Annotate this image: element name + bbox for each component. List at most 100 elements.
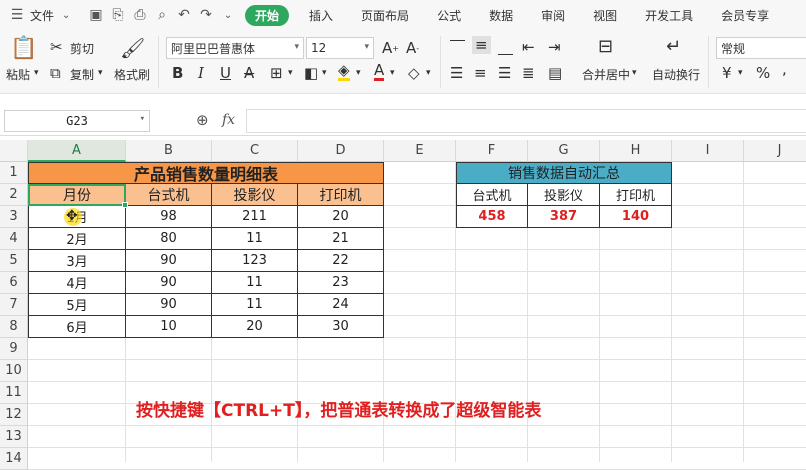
copy-button[interactable]: 复制 (70, 66, 94, 83)
row-header-1[interactable]: 1 (0, 162, 28, 184)
column-header-f[interactable]: F (456, 140, 528, 162)
align-left-icon[interactable]: ☰ (450, 64, 463, 82)
paste-chevron-icon[interactable]: ▾ (34, 68, 39, 78)
align-bottom-icon[interactable]: ⎽ (498, 38, 513, 56)
table-header-cell[interactable]: 投影仪 (212, 184, 298, 206)
table-cell[interactable]: 11 (212, 272, 298, 294)
summary-value-cell[interactable]: 140 (600, 206, 672, 228)
table-header-cell[interactable]: 月份 (28, 184, 126, 206)
table-cell[interactable]: 123 (212, 250, 298, 272)
chevron-down-icon[interactable]: ▾ (140, 114, 145, 124)
row-header-6[interactable]: 6 (0, 272, 28, 294)
align-top-icon[interactable]: ⎺ (450, 38, 465, 56)
formula-input[interactable] (246, 109, 806, 133)
table-cell[interactable]: 90 (126, 250, 212, 272)
table-cell[interactable]: 90 (126, 272, 212, 294)
hamburger-menu-icon[interactable]: ☰ (6, 4, 28, 26)
export-pdf-icon[interactable]: ⎘ (107, 4, 129, 26)
chevron-down-icon[interactable]: ▾ (738, 68, 743, 78)
table-cell[interactable]: 5月 (28, 294, 126, 316)
merge-center-button[interactable]: 合并居中 (582, 66, 630, 83)
column-header-g[interactable]: G (528, 140, 600, 162)
chevron-down-icon[interactable]: ▾ (390, 68, 395, 78)
summary-value-cell[interactable]: 458 (456, 206, 528, 228)
copy-icon[interactable]: ⧉ (50, 64, 61, 82)
row-header-9[interactable]: 9 (0, 338, 28, 360)
tab-view[interactable]: 视图 (579, 7, 631, 24)
column-header-e[interactable]: E (384, 140, 456, 162)
tab-page-layout[interactable]: 页面布局 (347, 7, 423, 24)
row-header-2[interactable]: 2 (0, 184, 28, 206)
column-header-i[interactable]: I (672, 140, 744, 162)
tab-formulas[interactable]: 公式 (423, 7, 475, 24)
cell-style-icon[interactable]: ◧ (304, 64, 318, 82)
column-header-j[interactable]: J (744, 140, 806, 162)
strikethrough-icon[interactable]: A (244, 64, 254, 82)
chevron-down-icon[interactable]: ▾ (356, 68, 361, 78)
italic-icon[interactable]: I (198, 64, 204, 82)
chevron-down-icon[interactable]: ▾ (632, 68, 637, 78)
tab-member[interactable]: 会员专享 (707, 7, 783, 24)
print-icon[interactable]: ⎙ (129, 4, 151, 26)
clear-format-icon[interactable]: ◇ (408, 64, 420, 82)
currency-icon[interactable]: ¥ (722, 64, 732, 82)
row-header-13[interactable]: 13 (0, 426, 28, 448)
tab-home[interactable]: 开始 (245, 4, 290, 26)
row-header-4[interactable]: 4 (0, 228, 28, 250)
save-icon[interactable]: ▣ (85, 4, 107, 26)
column-header-b[interactable]: B (126, 140, 212, 162)
chevron-down-icon[interactable]: ▾ (426, 68, 431, 78)
chevron-down-icon[interactable]: ⌄ (217, 4, 239, 26)
column-header-a[interactable]: A (28, 140, 126, 162)
column-header-c[interactable]: C (212, 140, 298, 162)
summary-header-cell[interactable]: 台式机 (456, 184, 528, 206)
wrap-text-icon[interactable]: ↵ (666, 36, 681, 57)
align-middle-icon[interactable]: ≡ (472, 36, 491, 54)
row-header-11[interactable]: 11 (0, 382, 28, 404)
table-header-cell[interactable]: 台式机 (126, 184, 212, 206)
decrease-indent-icon[interactable]: ⇤ (522, 38, 535, 56)
column-header-d[interactable]: D (298, 140, 384, 162)
table-cell[interactable]: 90 (126, 294, 212, 316)
name-box[interactable]: G23 ▾ (4, 110, 150, 132)
paste-icon[interactable]: 📋 (10, 36, 37, 61)
redo-icon[interactable]: ↷ (195, 4, 217, 26)
table-cell[interactable]: 21 (298, 228, 384, 250)
align-right-icon[interactable]: ☰ (498, 64, 511, 82)
zoom-formula-icon[interactable]: ⊕ (196, 111, 209, 129)
row-header-12[interactable]: 12 (0, 404, 28, 426)
wrap-text-button[interactable]: 自动换行 (652, 66, 700, 83)
font-name-select[interactable]: 阿里巴巴普惠体 ▾ (166, 37, 304, 59)
scissors-icon[interactable]: ✂ (50, 38, 63, 56)
font-size-select[interactable]: 12 ▾ (306, 37, 374, 59)
table-cell[interactable]: 20 (298, 206, 384, 228)
tab-insert[interactable]: 插入 (295, 7, 347, 24)
format-painter-button[interactable]: 格式刷 (114, 66, 150, 83)
column-header-h[interactable]: H (600, 140, 672, 162)
tab-data[interactable]: 数据 (475, 7, 527, 24)
underline-icon[interactable]: U (220, 64, 231, 82)
summary-header-cell[interactable]: 投影仪 (528, 184, 600, 206)
table-cell[interactable]: 24 (298, 294, 384, 316)
row-header-10[interactable]: 10 (0, 360, 28, 382)
table-cell[interactable]: 22 (298, 250, 384, 272)
summary-value-cell[interactable]: 387 (528, 206, 600, 228)
chevron-down-icon[interactable]: ⌄ (55, 4, 77, 26)
table-cell[interactable]: 2月 (28, 228, 126, 250)
copy-chevron-icon[interactable]: ▾ (98, 68, 103, 78)
bold-icon[interactable]: B (172, 64, 183, 82)
table-cell[interactable]: 4月 (28, 272, 126, 294)
row-header-14[interactable]: 14 (0, 448, 28, 470)
decrease-font-icon[interactable]: A- (406, 39, 419, 57)
table-cell[interactable]: 98 (126, 206, 212, 228)
percent-icon[interactable]: % (756, 64, 770, 82)
tab-developer[interactable]: 开发工具 (631, 7, 707, 24)
table-header-cell[interactable]: 打印机 (298, 184, 384, 206)
chevron-down-icon[interactable]: ▾ (288, 68, 293, 78)
align-center-icon[interactable]: ≡ (474, 64, 487, 82)
fx-icon[interactable]: fx (222, 112, 235, 128)
print-preview-icon[interactable]: ⌕ (151, 4, 173, 26)
fill-handle[interactable] (122, 202, 128, 208)
increase-font-icon[interactable]: A + (382, 39, 399, 57)
undo-icon[interactable]: ↶ (173, 4, 195, 26)
